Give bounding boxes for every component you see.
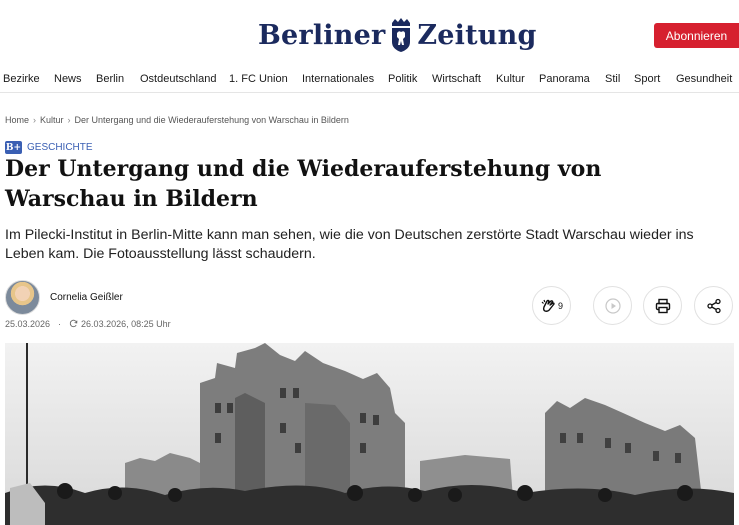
author-name[interactable]: Cornelia Geißler [50,292,123,303]
site-logo[interactable]: Berliner Zeitung [258,14,537,56]
breadcrumb-home[interactable]: Home [5,115,29,125]
nav-item-gesundheit[interactable]: Gesundheit [676,73,732,85]
nav-item-news[interactable]: News [54,73,82,85]
article-hero-image[interactable] [5,343,734,525]
clap-count: 9 [557,300,563,311]
nav-item-panorama[interactable]: Panorama [539,73,590,85]
breadcrumb-current: Der Untergang und die Wiederauferstehung… [74,115,349,125]
bear-crest-icon [392,18,411,52]
kicker-label[interactable]: GESCHICHTE [27,142,93,153]
logo-text-zeitung: Zeitung [417,19,537,51]
main-navigation: Bezirke News Berlin Ostdeutschland 1. FC… [0,68,739,90]
clap-icon [541,299,555,312]
updated-date: 26.03.2026, 08:25 Uhr [81,319,171,329]
published-date: 25.03.2026 [5,319,51,329]
nav-item-bezirke[interactable]: Bezirke [3,73,40,85]
nav-item-fc-union[interactable]: 1. FC Union [229,73,288,85]
refresh-icon [69,319,78,328]
article-dates: 25.03.2026 · 26.03.2026, 08:25 Uhr [5,319,171,329]
ruined-warsaw-photo [5,343,734,525]
breadcrumb: Home › Kultur › Der Untergang und die Wieder… [5,115,349,125]
logo-text-berliner: Berliner [258,19,386,51]
nav-item-berlin[interactable]: Berlin [96,73,124,85]
clap-button[interactable]: 9 [532,286,571,325]
nav-item-stil[interactable]: Stil [605,73,620,85]
nav-item-sport[interactable]: Sport [634,73,660,85]
nav-divider [0,92,739,93]
subscribe-button[interactable]: Abonnieren [654,23,739,48]
chevron-right-icon: › [33,115,37,125]
print-icon [655,298,670,313]
nav-item-internationales[interactable]: Internationales [302,73,374,85]
audio-play-button[interactable] [593,286,632,325]
article-kicker: B+ GESCHICHTE [5,141,93,154]
article-headline: Der Untergang und die Wiederauferstehung… [5,156,602,212]
share-button[interactable] [694,286,733,325]
top-header: Berliner Zeitung Abonnieren [0,0,739,68]
play-icon [604,297,621,314]
separator-dot: · [58,319,62,329]
nav-item-politik[interactable]: Politik [388,73,417,85]
nav-item-kultur[interactable]: Kultur [496,73,525,85]
article-lead: Im Pilecki-Institut in Berlin-Mitte kann… [5,227,694,262]
nav-item-ostdeutschland[interactable]: Ostdeutschland [140,73,216,85]
nav-item-wirtschaft[interactable]: Wirtschaft [432,73,481,85]
share-icon [706,298,721,313]
author-block: Cornelia Geißler [5,280,123,315]
plus-badge-icon: B+ [5,141,22,154]
author-avatar[interactable] [5,280,40,315]
breadcrumb-kultur[interactable]: Kultur [40,115,64,125]
print-button[interactable] [643,286,682,325]
chevron-right-icon: › [67,115,71,125]
